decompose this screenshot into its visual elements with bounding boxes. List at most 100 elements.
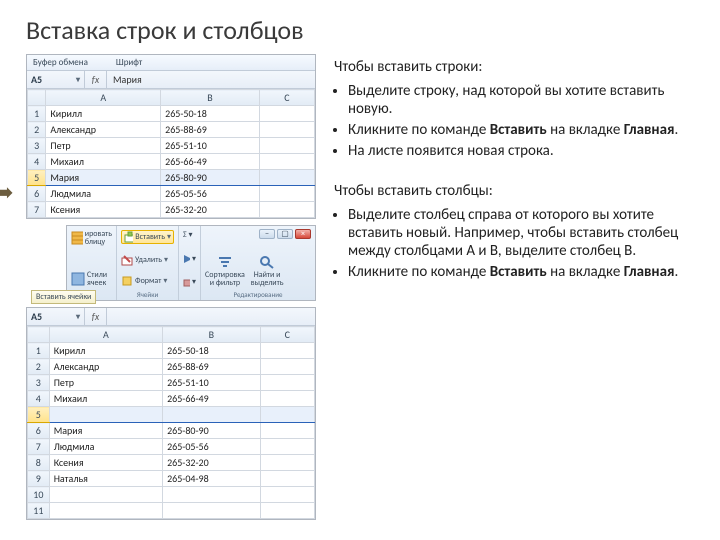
cell[interactable]: 265-80-90 (161, 170, 260, 186)
cell[interactable]: Александр (49, 359, 162, 375)
table-row[interactable]: 1Кирилл265-50-18 (28, 343, 315, 359)
table-row[interactable]: 5Мария265-80-90 (28, 170, 315, 186)
cell[interactable]: Ксения (46, 202, 161, 218)
cell[interactable] (49, 503, 162, 519)
cell[interactable] (259, 106, 314, 122)
cell[interactable] (260, 487, 314, 503)
row-header[interactable]: 6 (28, 186, 46, 202)
table-row[interactable]: 3Петр265-51-10 (28, 375, 315, 391)
row-header[interactable]: 4 (28, 154, 46, 170)
table-row[interactable]: 7Людмила265-05-56 (28, 439, 315, 455)
cell[interactable]: Петр (46, 138, 161, 154)
cell[interactable]: Людмила (46, 186, 161, 202)
table-row[interactable]: 4Михаил265-66-49 (28, 154, 315, 170)
cell[interactable]: Петр (49, 375, 162, 391)
cell[interactable]: 265-50-18 (163, 343, 261, 359)
cell[interactable]: Ксения (49, 455, 162, 471)
cell[interactable] (163, 487, 261, 503)
formula-bar[interactable] (107, 308, 315, 325)
cell[interactable] (259, 154, 314, 170)
row-header[interactable]: 8 (28, 455, 50, 471)
cell[interactable]: 265-51-10 (163, 375, 261, 391)
grid-top[interactable]: A B C 1Кирилл265-50-182Александр265-88-6… (27, 89, 315, 218)
fill-button[interactable]: ▾ (183, 254, 196, 264)
cell[interactable]: Мария (49, 423, 162, 439)
row-header[interactable]: 5 (28, 170, 46, 186)
maximize-button[interactable]: ▢ (277, 229, 293, 239)
cell[interactable]: 265-66-49 (163, 391, 261, 407)
col-header-b[interactable]: B (163, 327, 261, 343)
format-as-table-button[interactable]: ировать блицу (71, 230, 112, 246)
cell[interactable] (49, 407, 162, 423)
table-row[interactable]: 8Ксения265-32-20 (28, 455, 315, 471)
table-row[interactable]: 5 (28, 407, 315, 423)
cell[interactable]: Людмила (49, 439, 162, 455)
cell[interactable]: 265-32-20 (163, 455, 261, 471)
row-header[interactable]: 2 (28, 122, 46, 138)
row-header[interactable]: 6 (28, 423, 50, 439)
minimize-button[interactable]: − (259, 229, 275, 239)
table-row[interactable]: 9Наталья265-04-98 (28, 471, 315, 487)
cell[interactable] (49, 487, 162, 503)
row-header[interactable]: 7 (28, 202, 46, 218)
cell[interactable] (260, 391, 314, 407)
cell[interactable] (260, 423, 314, 439)
sort-filter-button[interactable]: Сортировка и фильтр (205, 255, 245, 287)
table-row[interactable]: 6Людмила265-05-56 (28, 186, 315, 202)
table-row[interactable]: 3Петр265-51-10 (28, 138, 315, 154)
row-header[interactable]: 3 (28, 138, 46, 154)
table-row[interactable]: 7Ксения265-32-20 (28, 202, 315, 218)
cell[interactable] (259, 170, 314, 186)
cell[interactable] (260, 471, 314, 487)
table-row[interactable]: 4Михаил265-66-49 (28, 391, 315, 407)
cell[interactable]: Кирилл (49, 343, 162, 359)
cell[interactable]: 265-32-20 (161, 202, 260, 218)
cell[interactable] (260, 503, 314, 519)
cell[interactable]: Александр (46, 122, 161, 138)
cell[interactable] (260, 439, 314, 455)
cell[interactable] (260, 407, 314, 423)
corner-cell[interactable] (28, 327, 50, 343)
row-header[interactable]: 1 (28, 106, 46, 122)
insert-button[interactable]: Вставить▾ (121, 230, 174, 244)
table-row[interactable]: 2Александр265-88-69 (28, 359, 315, 375)
cell[interactable]: Михаил (46, 154, 161, 170)
find-select-button[interactable]: Найти и выделить (251, 255, 284, 287)
autosum-button[interactable]: Σ ▾ (183, 230, 196, 240)
cell[interactable] (260, 359, 314, 375)
cell[interactable]: 265-05-56 (163, 439, 261, 455)
row-header[interactable]: 4 (28, 391, 50, 407)
col-header-a[interactable]: A (46, 90, 161, 106)
cell[interactable]: Михаил (49, 391, 162, 407)
cell[interactable]: Мария (46, 170, 161, 186)
table-row[interactable]: 2Александр265-88-69 (28, 122, 315, 138)
cell[interactable]: 265-51-10 (161, 138, 260, 154)
table-row[interactable]: 10 (28, 487, 315, 503)
cell[interactable]: 265-66-49 (161, 154, 260, 170)
row-header[interactable]: 9 (28, 471, 50, 487)
cell[interactable]: 265-88-69 (161, 122, 260, 138)
cell[interactable]: 265-88-69 (163, 359, 261, 375)
grid-bottom[interactable]: A B C 1Кирилл265-50-182Александр265-88-6… (27, 326, 315, 519)
table-row[interactable]: 11 (28, 503, 315, 519)
row-header[interactable]: 11 (28, 503, 50, 519)
cell[interactable] (260, 375, 314, 391)
col-header-a[interactable]: A (49, 327, 162, 343)
cell[interactable] (260, 343, 314, 359)
cell[interactable] (163, 407, 261, 423)
formula-bar[interactable]: Мария (107, 71, 315, 88)
cell[interactable]: Наталья (49, 471, 162, 487)
cell[interactable]: Кирилл (46, 106, 161, 122)
row-header[interactable]: 3 (28, 375, 50, 391)
close-button[interactable]: × (295, 229, 311, 239)
cell[interactable] (259, 202, 314, 218)
name-box[interactable]: A5 ▾ (27, 71, 85, 88)
row-header[interactable]: 5 (28, 407, 50, 423)
clear-button[interactable]: ▾ (183, 277, 196, 287)
cell[interactable] (259, 186, 314, 202)
cell[interactable]: 265-50-18 (161, 106, 260, 122)
cell[interactable]: 265-05-56 (161, 186, 260, 202)
col-header-b[interactable]: B (161, 90, 260, 106)
corner-cell[interactable] (28, 90, 46, 106)
cell[interactable] (259, 138, 314, 154)
